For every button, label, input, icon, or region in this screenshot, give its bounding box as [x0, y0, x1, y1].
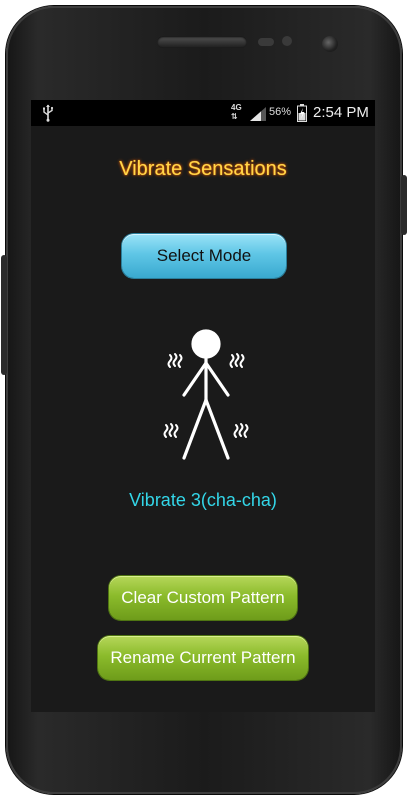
battery-percent: 56% — [269, 106, 292, 118]
current-mode-label: Vibrate 3(cha-cha) — [129, 490, 277, 510]
rename-current-pattern-button[interactable]: Rename Current Pattern — [98, 636, 308, 680]
usb-icon — [43, 104, 54, 122]
earpiece-speaker — [157, 36, 247, 48]
network-arrows-icon: 4G ⇅ — [231, 103, 242, 121]
battery-charging-icon — [297, 104, 307, 122]
status-bar: 4G ⇅ 56% 2:54 PM — [31, 100, 375, 126]
power-button — [401, 175, 407, 235]
light-sensor — [282, 36, 292, 46]
clear-custom-pattern-button[interactable]: Clear Custom Pattern — [109, 576, 297, 620]
vibrating-person-icon — [163, 329, 249, 460]
volume-button — [1, 255, 7, 375]
app-screen: 4G ⇅ 56% 2:54 PM Vibrate Sensations Selec… — [31, 100, 375, 712]
status-clock: 2:54 PM — [313, 104, 369, 121]
app-title: Vibrate Sensations — [119, 158, 287, 180]
front-camera — [322, 36, 338, 52]
proximity-sensor — [258, 38, 274, 46]
signal-icon — [250, 107, 266, 121]
select-mode-button[interactable]: Select Mode — [122, 234, 286, 278]
phone-device: 4G ⇅ 56% 2:54 PM Vibrate Sensations Selec… — [0, 0, 408, 800]
network-type-label: 4G — [231, 103, 242, 112]
